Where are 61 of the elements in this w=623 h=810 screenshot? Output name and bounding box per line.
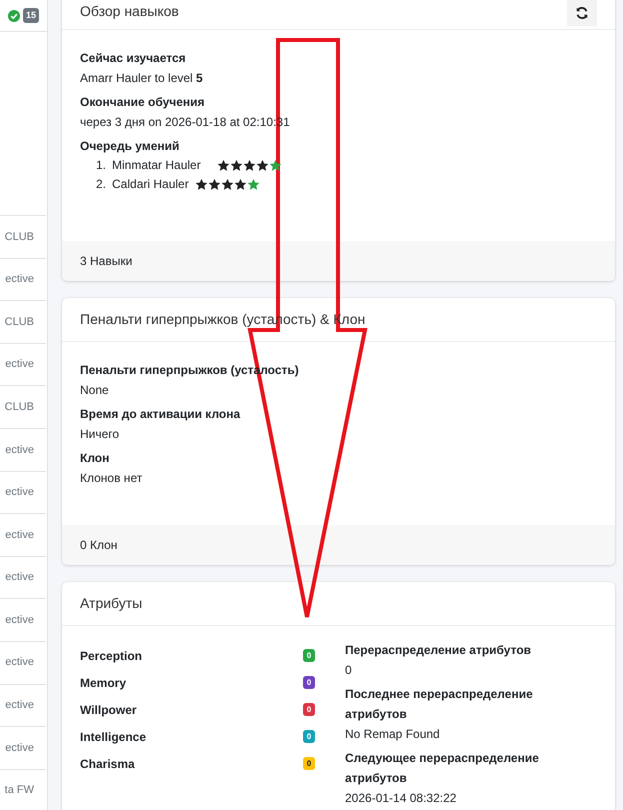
star-icon bbox=[194, 178, 208, 191]
attribute-badge: 0 bbox=[303, 649, 315, 662]
sidebar-item[interactable]: ective bbox=[5, 697, 34, 714]
field-label: Очередь умений bbox=[80, 138, 180, 155]
sidebar-item[interactable]: ective bbox=[5, 569, 34, 586]
refresh-button[interactable] bbox=[567, 0, 597, 26]
star-icon bbox=[242, 159, 256, 172]
field-label: Перераспределение атрибутов bbox=[345, 642, 532, 659]
field-label: Сейчас изучается bbox=[80, 50, 187, 67]
field-label: Следующее перераспределение атрибутов bbox=[345, 750, 540, 787]
sidebar-item[interactable]: ective bbox=[5, 484, 34, 501]
star-icon bbox=[230, 159, 243, 172]
attribute-badge: 0 bbox=[303, 703, 315, 716]
count-badge: 15 bbox=[22, 8, 39, 24]
star-icon bbox=[256, 159, 269, 172]
star-icon bbox=[220, 178, 234, 191]
field-value: Ничего bbox=[80, 426, 120, 443]
card-title: Атрибуты bbox=[80, 594, 142, 613]
star-icon bbox=[246, 178, 260, 191]
field-value: Клонов нет bbox=[80, 470, 144, 487]
attribute-name: Memory bbox=[80, 674, 126, 692]
sidebar-item[interactable]: ective bbox=[5, 271, 34, 288]
attribute-badge: 0 bbox=[303, 730, 315, 743]
field-label: Окончание обучения bbox=[80, 94, 206, 111]
sidebar-item[interactable]: ective bbox=[5, 612, 34, 628]
star-icon bbox=[234, 178, 247, 191]
field-value: 0 bbox=[345, 662, 353, 679]
sidebar-item[interactable]: ective bbox=[5, 740, 34, 756]
sidebar-item[interactable]: ective bbox=[5, 356, 34, 373]
field-label: Последнее перераспределение атрибутов bbox=[345, 686, 534, 723]
attribute-name: Willpower bbox=[80, 702, 137, 718]
skill-name: Minmatar Hauler bbox=[112, 157, 201, 174]
sidebar-item[interactable]: CLUB bbox=[4, 314, 34, 330]
list-number: 1. bbox=[96, 157, 106, 174]
sidebar-item[interactable]: ta FW bbox=[4, 782, 34, 799]
sidebar-item[interactable]: CLUB bbox=[4, 398, 34, 416]
star-icon bbox=[216, 159, 230, 172]
sidebar-item[interactable]: CLUB bbox=[4, 228, 34, 246]
field-label: Клон bbox=[80, 450, 110, 467]
sidebar-item[interactable]: ective bbox=[5, 526, 34, 544]
field-value: No Remap Found bbox=[345, 726, 441, 743]
attribute-badge: 0 bbox=[303, 676, 315, 689]
field-value: Amarr Hauler to level 5 bbox=[80, 70, 204, 87]
card-footer-text: 0 Клон bbox=[80, 537, 118, 554]
refresh-icon bbox=[575, 6, 589, 20]
star-icon bbox=[268, 159, 282, 172]
card-footer-text: 3 Навыки bbox=[80, 253, 132, 270]
check-icon bbox=[8, 10, 20, 22]
attribute-name: Perception bbox=[80, 648, 142, 664]
sidebar-item[interactable]: ective bbox=[5, 442, 34, 458]
card-title: Обзор навыков bbox=[80, 2, 179, 21]
list-number: 2. bbox=[96, 176, 106, 193]
field-value: 2026-01-14 08:32:22 bbox=[345, 790, 458, 807]
skill-name: Caldari Hauler bbox=[112, 176, 189, 193]
attribute-badge: 0 bbox=[303, 757, 315, 770]
field-label: Время до активации клона bbox=[80, 406, 242, 423]
sidebar-item[interactable]: ective bbox=[5, 654, 34, 671]
attribute-name: Intelligence bbox=[80, 728, 146, 746]
star-icon bbox=[208, 178, 221, 191]
field-value: None bbox=[80, 382, 110, 399]
attribute-name: Charisma bbox=[80, 756, 135, 772]
